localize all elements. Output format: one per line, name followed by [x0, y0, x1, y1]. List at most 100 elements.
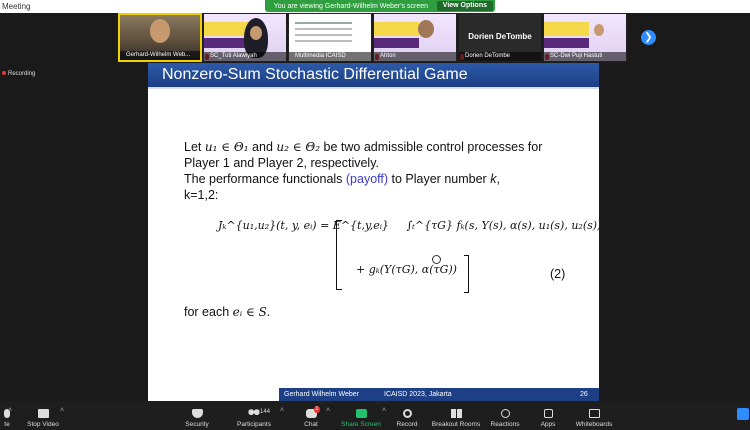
magnifier-cursor-icon [432, 255, 441, 264]
participant-thumb-dwi[interactable]: SC-Dwi Puji Hastuti [543, 13, 627, 62]
slide-line-2: Player 1 and Player 2, respectively. [184, 156, 380, 170]
whiteboard-icon [588, 409, 600, 418]
chevron-up-icon[interactable]: ˄ [8, 407, 12, 414]
reactions-label: Reactions [490, 421, 520, 428]
security-button[interactable]: Security [180, 401, 214, 430]
chevron-up-icon[interactable]: ˄ [326, 407, 330, 414]
security-label: Security [185, 421, 209, 428]
mute-button[interactable]: te [0, 401, 14, 430]
math: u₁ ∈ Θ₁ [204, 140, 249, 154]
zoom-meeting-window: Meeting You are viewing Gerhard-Wilhelm … [0, 0, 750, 430]
poster-band [544, 38, 590, 48]
participant-thumb-dorien[interactable]: Dorien DeTombe Dorien DeTombe [458, 13, 542, 62]
text: The performance functionals [184, 172, 346, 186]
formula-integral: ∫ₜ^{τG} fₖ(s, Y(s), α(s), u₁(s), u₂(s))d… [406, 219, 599, 232]
share-screen-button[interactable]: Share Screen [340, 401, 382, 430]
apps-button[interactable]: Apps [538, 401, 558, 430]
formula-lhs: Jₖ^{u₁,u₂}(t, y, eᵢ) = E^{t,y,eᵢ} [218, 219, 389, 232]
text: and [248, 140, 277, 154]
breakout-rooms-icon [450, 409, 462, 418]
shared-slide: Nonzero-Sum Stochastic Differential Game… [148, 63, 599, 401]
chat-badge: 1 [313, 406, 321, 413]
poster-band [544, 22, 590, 36]
viewing-banner-text: You are viewing Gerhard-Wilhelm Weber's … [273, 2, 429, 10]
text: , [496, 172, 500, 186]
bracket-left [336, 220, 342, 290]
people-icon: 144 [247, 409, 270, 418]
document-preview [295, 22, 353, 24]
participant-name: Gerhard-Wilhelm Web... [120, 51, 200, 60]
participant-thumb-gerhard[interactable]: Gerhard-Wilhelm Web... [118, 13, 202, 62]
viewing-banner: You are viewing Gerhard-Wilhelm Weber's … [265, 0, 495, 12]
poster-band [374, 22, 420, 36]
participants-button[interactable]: 144 Participants [230, 401, 278, 430]
meeting-toolbar: te ˄ Stop Video ˄ Security 144 Participa… [0, 401, 750, 430]
bracket-right [464, 255, 469, 293]
breakout-rooms-label: Breakout Rooms [431, 421, 481, 428]
share-screen-icon [355, 409, 367, 418]
stop-video-label: Stop Video [27, 421, 59, 428]
chevron-up-icon[interactable]: ˄ [280, 407, 284, 414]
whiteboards-label: Whiteboards [575, 421, 613, 428]
text: be two admissible control processes for [320, 140, 543, 154]
participant-name: Dorien DeTombe [459, 52, 541, 61]
formula-line-2: + gₖ(Y(τG), α(τG)) [356, 263, 457, 276]
slide-text: Let u₁ ∈ Θ₁ and u₂ ∈ Θ₂ be two admissibl… [184, 139, 584, 203]
breakout-rooms-button[interactable]: Breakout Rooms [430, 401, 482, 430]
math: u₂ ∈ Θ₂ [276, 140, 321, 154]
participant-thumb-tuti[interactable]: SC_Tuti Alawiyah [203, 13, 287, 62]
participant-thumb-multimedia[interactable]: Multimedia ICAISD [288, 13, 372, 62]
participants-count: 144 [260, 409, 271, 415]
slide-for-each: for each eᵢ ∈ S. [184, 305, 270, 319]
view-options-button[interactable]: View Options [436, 1, 493, 11]
shield-icon [191, 409, 203, 418]
chevron-right-icon[interactable]: ❯ [641, 30, 656, 45]
participant-thumb-ahton[interactable]: Ahton [373, 13, 457, 62]
equation-number: (2) [550, 267, 566, 281]
slide-line-1: Let u₁ ∈ Θ₁ and u₂ ∈ Θ₂ be two admissibl… [184, 139, 584, 155]
smile-icon [500, 409, 510, 418]
divider [148, 87, 599, 89]
formula-line-1: Jₖ^{u₁,u₂}(t, y, eᵢ) = E^{t,y,eᵢ} ∫ₜ^{τG… [218, 219, 599, 259]
avatar [150, 19, 170, 43]
payoff-label: (payoff) [345, 172, 389, 186]
chat-button[interactable]: 1 Chat [298, 401, 324, 430]
stop-video-button[interactable]: Stop Video [24, 401, 62, 430]
share-screen-label: Share Screen [341, 421, 381, 428]
chevron-up-icon[interactable]: ˄ [60, 407, 64, 414]
text: to Player number [388, 172, 491, 186]
poster-band [204, 22, 250, 36]
apps-label: Apps [540, 421, 556, 428]
slide-title: Nonzero-Sum Stochastic Differential Game [148, 63, 599, 87]
poster-band [204, 38, 250, 48]
slide-line-4: k=1,2: [184, 188, 219, 202]
reactions-button[interactable]: Reactions [490, 401, 520, 430]
record-label: Record [396, 421, 418, 428]
participant-name: Multimedia ICAISD [289, 52, 371, 61]
chat-icon: 1 [305, 406, 321, 418]
poster-band [374, 38, 420, 48]
record-icon [402, 409, 412, 418]
chat-label: Chat [304, 421, 318, 428]
camera-icon [37, 409, 49, 418]
face [250, 26, 262, 40]
participant-name: Ahton [374, 52, 456, 61]
app-logo-icon[interactable] [737, 408, 749, 420]
chevron-up-icon[interactable]: ˄ [382, 407, 386, 414]
participant-center-label: Dorien DeTombe [468, 32, 532, 41]
recording-indicator: Recording [2, 71, 35, 77]
mute-label: te [4, 421, 10, 428]
math: eᵢ ∈ S. [232, 305, 271, 319]
slide-line-3: The performance functionals (payoff) to … [184, 171, 584, 187]
footer-page-number: 26 [580, 391, 588, 398]
text: for each [184, 305, 233, 319]
footer-conference: ICAISD 2023, Jakarta [384, 391, 452, 398]
record-button[interactable]: Record [394, 401, 420, 430]
whiteboards-button[interactable]: Whiteboards [574, 401, 614, 430]
recording-dot-icon [2, 71, 6, 76]
participants-label: Participants [237, 421, 271, 428]
footer-author: Gerhard Wilhelm Weber [284, 391, 359, 398]
recording-label: Recording [8, 71, 36, 77]
participant-name: SC_Tuti Alawiyah [204, 52, 286, 61]
participant-name: SC-Dwi Puji Hastuti [544, 52, 626, 61]
